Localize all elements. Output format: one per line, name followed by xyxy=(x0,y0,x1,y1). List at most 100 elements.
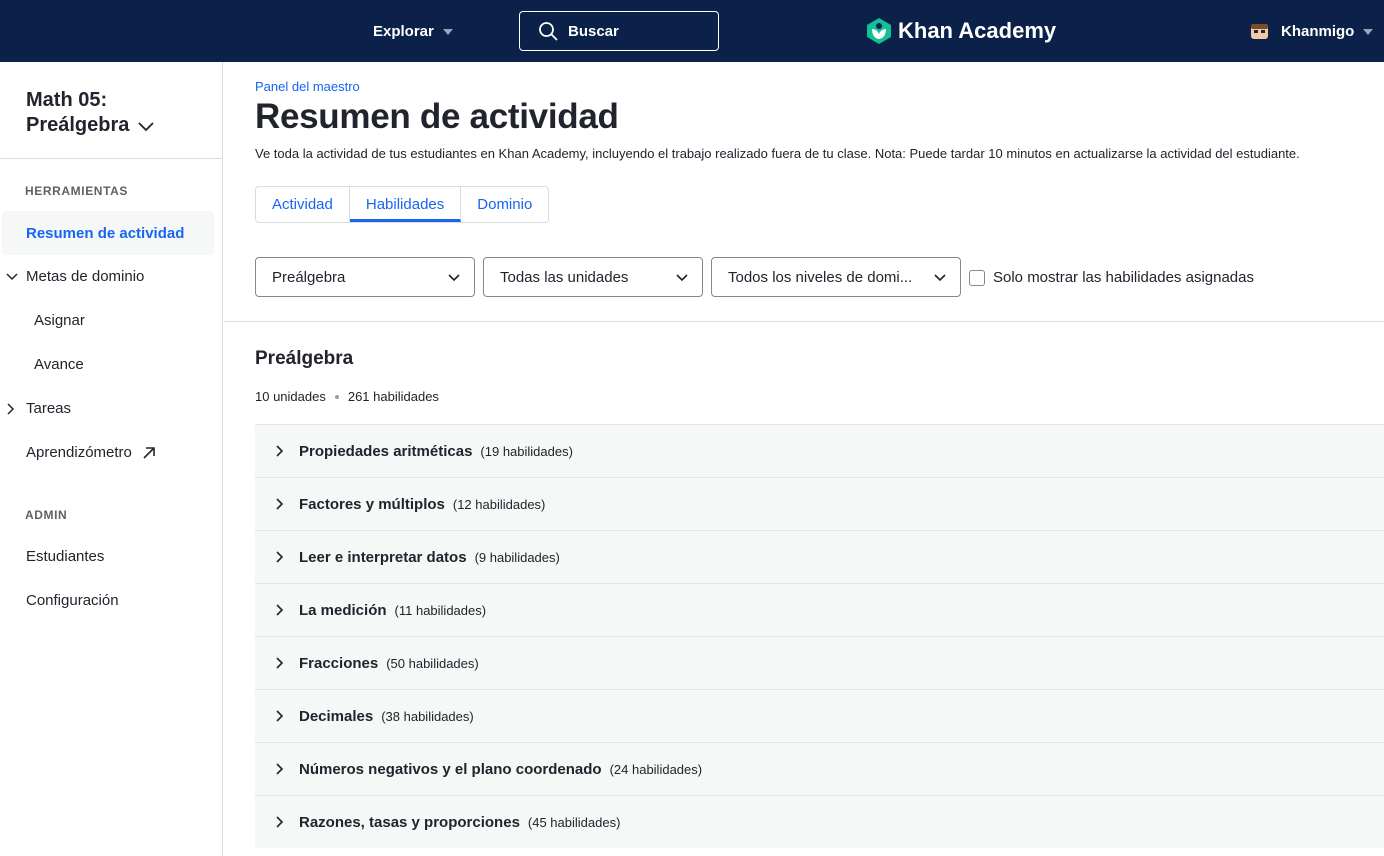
course-select-value: Preálgebra xyxy=(272,268,346,286)
sidebar-item-students[interactable]: Estudiantes xyxy=(26,548,104,565)
top-navigation-bar: Explorar Buscar Khan Academy Khanmigo xyxy=(0,0,1384,62)
course-title: Preálgebra xyxy=(255,348,354,369)
tab-activity[interactable]: Actividad xyxy=(256,187,350,222)
chevron-right-icon xyxy=(276,604,284,616)
unit-skill-count: (45 habilidades) xyxy=(527,814,621,830)
mastery-level-select[interactable]: Todos los niveles de domi... xyxy=(711,257,961,297)
unit-row[interactable]: Razones, tasas y proporciones (45 habili… xyxy=(255,795,1384,848)
logo-text: Khan Academy xyxy=(898,18,1057,43)
main-content: Panel del maestro Resumen de actividad V… xyxy=(224,62,1384,856)
chevron-right-icon xyxy=(276,551,284,563)
units-select[interactable]: Todas las unidades xyxy=(483,257,703,297)
sidebar-item-label: Resumen de actividad xyxy=(26,224,185,242)
chevron-right-icon xyxy=(276,445,284,457)
unit-row[interactable]: Decimales (38 habilidades) xyxy=(255,689,1384,742)
explore-label: Explorar xyxy=(373,22,434,40)
unit-name: Fracciones xyxy=(299,654,379,672)
chevron-right-icon xyxy=(276,710,284,722)
chevron-right-icon xyxy=(276,498,284,510)
khanmigo-avatar-icon xyxy=(1251,23,1268,39)
sidebar: Math 05: Preálgebra HERRAMIENTAS Resumen… xyxy=(0,62,223,856)
sidebar-item-settings[interactable]: Configuración xyxy=(26,592,119,609)
unit-name: Números negativos y el plano coordenado xyxy=(299,760,602,778)
khan-academy-logo[interactable]: Khan Academy xyxy=(866,0,1056,62)
search-icon xyxy=(539,22,558,41)
page-title: Resumen de actividad xyxy=(255,97,619,136)
sidebar-divider xyxy=(0,158,222,159)
unit-name: Propiedades aritméticas xyxy=(299,442,473,460)
filter-divider xyxy=(224,321,1384,322)
chevron-down-icon xyxy=(676,274,688,282)
class-name-line2: Preálgebra xyxy=(26,114,130,136)
unit-name: Decimales xyxy=(299,707,374,725)
separator-dot xyxy=(334,394,339,399)
unit-name: La medición xyxy=(299,601,387,619)
assigned-only-checkbox[interactable]: Solo mostrar las habilidades asignadas xyxy=(969,269,1254,286)
caret-down-icon xyxy=(442,29,453,35)
unit-name: Razones, tasas y proporciones xyxy=(299,813,520,831)
checkbox-box[interactable] xyxy=(969,269,985,286)
mastery-select-value: Todos los niveles de domi... xyxy=(728,268,913,286)
chevron-right-icon[interactable] xyxy=(6,403,16,415)
unit-row[interactable]: Fracciones (50 habilidades) xyxy=(255,636,1384,689)
unit-skill-count: (9 habilidades) xyxy=(474,549,560,565)
chevron-down-icon xyxy=(934,274,946,282)
explore-menu-button[interactable]: Explorar xyxy=(373,0,453,62)
unit-list: Propiedades aritméticas (19 habilidades)… xyxy=(255,424,1384,848)
external-link-icon xyxy=(143,447,155,459)
chevron-down-icon xyxy=(448,274,460,282)
search-button[interactable]: Buscar xyxy=(519,11,719,51)
sidebar-item-label: Asignar xyxy=(34,312,85,329)
sidebar-item-assign[interactable]: Asignar xyxy=(34,312,85,329)
sidebar-item-label: Metas de dominio xyxy=(26,268,145,285)
breadcrumb-teacher-dashboard[interactable]: Panel del maestro xyxy=(255,79,360,94)
sidebar-item-label: Estudiantes xyxy=(26,548,105,565)
unit-skill-count: (19 habilidades) xyxy=(480,443,573,459)
tools-section-label: HERRAMIENTAS xyxy=(25,184,128,198)
khanmigo-menu-button[interactable]: Khanmigo xyxy=(1250,0,1374,62)
khanmigo-label: Khanmigo xyxy=(1281,22,1355,40)
unit-row[interactable]: La medición (11 habilidades) xyxy=(255,583,1384,636)
course-counts: 10 unidades 261 habilidades xyxy=(255,389,439,404)
unit-skill-count: (50 habilidades) xyxy=(386,655,479,671)
unit-row[interactable]: Leer e interpretar datos (9 habilidades) xyxy=(255,530,1384,583)
sidebar-item-label: Avance xyxy=(34,356,84,373)
unit-skill-count: (11 habilidades) xyxy=(394,602,487,618)
chevron-down-icon[interactable] xyxy=(6,272,18,282)
chevron-down-icon xyxy=(138,122,154,131)
chevron-right-icon xyxy=(276,763,284,775)
unit-name: Factores y múltiplos xyxy=(299,495,445,513)
course-select[interactable]: Preálgebra xyxy=(255,257,475,297)
chevron-right-icon xyxy=(276,816,284,828)
unit-row[interactable]: Propiedades aritméticas (19 habilidades) xyxy=(255,424,1384,477)
sidebar-item-mastery-goals[interactable]: Metas de dominio xyxy=(26,268,144,285)
class-selector[interactable]: Math 05: Preálgebra xyxy=(26,88,155,138)
unit-row[interactable]: Números negativos y el plano coordenado … xyxy=(255,742,1384,795)
unit-skill-count: (24 habilidades) xyxy=(609,761,703,777)
unit-row[interactable]: Factores y múltiplos (12 habilidades) xyxy=(255,477,1384,530)
chevron-right-icon xyxy=(276,657,284,669)
checkbox-label: Solo mostrar las habilidades asignadas xyxy=(993,269,1254,286)
tab-mastery[interactable]: Dominio xyxy=(461,187,548,222)
tab-skills[interactable]: Habilidades xyxy=(349,187,462,222)
page-description: Ve toda la actividad de tus estudiantes … xyxy=(255,146,1300,161)
unit-name: Leer e interpretar datos xyxy=(299,548,467,566)
sidebar-item-label: Configuración xyxy=(26,592,119,609)
unit-count: 10 unidades xyxy=(255,389,326,404)
sidebar-item-progress[interactable]: Avance xyxy=(34,356,84,373)
unit-skill-count: (12 habilidades) xyxy=(452,496,546,512)
sidebar-item-activity-overview[interactable]: Resumen de actividad xyxy=(2,211,214,255)
khan-academy-logo-icon xyxy=(867,18,891,44)
report-tabs: Actividad Habilidades Dominio xyxy=(255,186,550,223)
unit-skill-count: (38 habilidades) xyxy=(381,708,474,724)
class-name-line1: Math 05: xyxy=(26,89,108,111)
admin-section-label: ADMIN xyxy=(25,508,68,522)
search-label: Buscar xyxy=(568,22,619,40)
sidebar-item-label: Tareas xyxy=(26,400,72,417)
sidebar-item-learnometer[interactable]: Aprendizómetro xyxy=(26,444,156,461)
caret-down-icon xyxy=(1363,29,1374,35)
sidebar-item-label: Aprendizómetro xyxy=(26,444,132,461)
sidebar-item-assignments[interactable]: Tareas xyxy=(26,400,71,417)
units-select-value: Todas las unidades xyxy=(500,268,629,286)
skill-count: 261 habilidades xyxy=(347,389,439,404)
